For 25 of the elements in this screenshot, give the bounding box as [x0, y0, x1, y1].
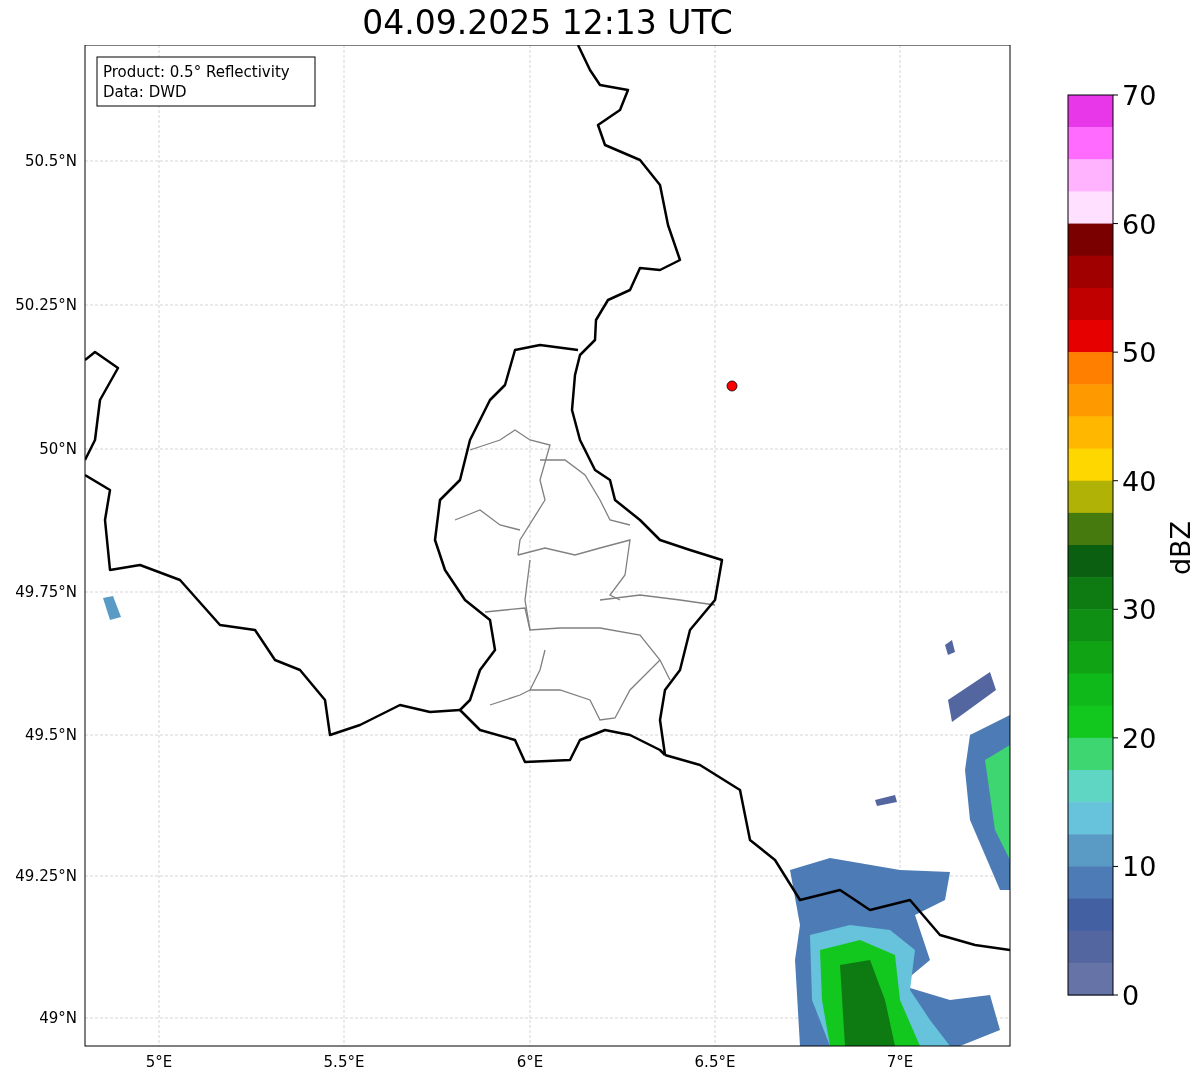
colorbar-tick-label: 50	[1122, 337, 1157, 369]
colorbar-tick-label: 60	[1122, 208, 1157, 240]
latitude-label: 50°N	[39, 440, 77, 458]
colorbar-tick-label: 40	[1122, 465, 1157, 497]
latitude-label: 49.75°N	[15, 583, 77, 601]
colorbar-tick-label: 0	[1122, 980, 1140, 1011]
colorbar-tick-label: 10	[1122, 851, 1157, 883]
longitude-label: 6°E	[516, 1053, 544, 1071]
latitude-label: 49°N	[39, 1009, 77, 1027]
longitude-label: 5.5°E	[323, 1053, 365, 1071]
latitude-label: 50.5°N	[24, 152, 77, 170]
info-text: Product: 0.5° Reflectivity	[103, 63, 290, 81]
colorbar-tick-label: 20	[1122, 722, 1157, 754]
latitude-label: 50.25°N	[15, 296, 77, 314]
chart-title: 04.09.2025 12:13 UTC	[362, 6, 733, 39]
longitude-label: 5°E	[145, 1053, 173, 1071]
latitude-label: 49.5°N	[24, 726, 77, 744]
longitude-label: 6.5°E	[694, 1053, 736, 1071]
colorbar-tick-label: 30	[1122, 594, 1157, 626]
info-text: Data: DWD	[103, 83, 187, 101]
colorbar-tick-label: 70	[1122, 80, 1157, 111]
colorbar-label: dBZ	[1165, 520, 1196, 576]
radar-site-marker	[726, 380, 738, 392]
latitude-label: 49.25°N	[15, 867, 77, 885]
longitude-label: 7°E	[886, 1053, 914, 1071]
